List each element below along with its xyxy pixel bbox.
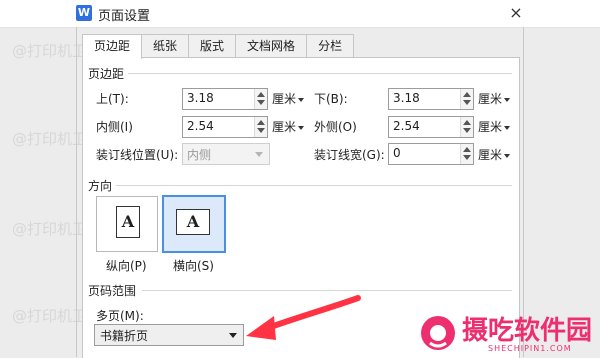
- dialog-title: 页面设置: [98, 9, 151, 24]
- arrow-down-icon[interactable]: [257, 128, 265, 133]
- unit-dropdown[interactable]: 厘米: [478, 90, 511, 107]
- inside-margin-value: 2.54: [187, 119, 214, 133]
- landscape-page-icon: A: [176, 209, 210, 235]
- stepper-buttons[interactable]: [460, 117, 473, 137]
- dialog-border: [76, 27, 77, 357]
- gutter-position-label: 装订线位置(U):: [96, 148, 179, 162]
- top-margin-stepper[interactable]: 3.18: [182, 88, 268, 110]
- arrow-up-icon[interactable]: [463, 147, 471, 152]
- chevron-down-icon: [229, 333, 237, 338]
- portrait-option[interactable]: A: [96, 196, 158, 252]
- tab-layout[interactable]: 版式: [188, 34, 237, 57]
- close-button[interactable]: ×: [505, 2, 527, 24]
- page-range-section-title: 页码范围: [88, 284, 137, 298]
- arrow-up-icon[interactable]: [463, 120, 471, 125]
- brand-url: SHECHIPIN1.COM: [488, 344, 572, 353]
- top-margin-label: 上(T):: [96, 92, 129, 106]
- caret-down-icon: [504, 125, 511, 130]
- portrait-page-icon: A: [116, 206, 140, 238]
- wps-logo-icon: W: [76, 5, 92, 21]
- gutter-width-stepper[interactable]: 0: [388, 143, 474, 165]
- unit-dropdown[interactable]: 厘米: [272, 118, 305, 135]
- arrow-down-icon[interactable]: [463, 155, 471, 160]
- arrow-down-icon[interactable]: [463, 100, 471, 105]
- outside-margin-label: 外侧(O): [314, 120, 357, 134]
- stepper-buttons[interactable]: [254, 117, 267, 137]
- unit-dropdown[interactable]: 厘米: [478, 118, 511, 135]
- top-margin-value: 3.18: [187, 91, 214, 105]
- portrait-label[interactable]: 纵向(P): [106, 257, 147, 274]
- margins-section-title: 页边距: [88, 67, 125, 81]
- bottom-margin-value: 3.18: [393, 91, 420, 105]
- arrow-up-icon[interactable]: [463, 92, 471, 97]
- section-divider: [116, 185, 512, 186]
- brand-logo-icon: [421, 316, 455, 350]
- brand-name: 摄吃软件园: [462, 316, 593, 346]
- arrow-down-icon[interactable]: [257, 100, 265, 105]
- arrow-up-icon[interactable]: [257, 120, 265, 125]
- stepper-buttons[interactable]: [460, 89, 473, 109]
- tab-margins[interactable]: 页边距: [82, 34, 143, 59]
- bottom-margin-stepper[interactable]: 3.18: [388, 88, 474, 110]
- caret-down-icon: [298, 97, 305, 102]
- outside-margin-value: 2.54: [393, 119, 420, 133]
- chevron-down-icon: [255, 152, 263, 157]
- inside-margin-stepper[interactable]: 2.54: [182, 116, 268, 138]
- tab-paper[interactable]: 纸张: [141, 34, 190, 57]
- caret-down-icon: [298, 125, 305, 130]
- section-divider: [128, 73, 512, 74]
- gutter-position-value: 内侧: [187, 148, 212, 162]
- unit-dropdown[interactable]: 厘米: [478, 146, 511, 163]
- stepper-buttons[interactable]: [254, 89, 267, 109]
- dialog-border: [523, 27, 524, 357]
- arrow-up-icon[interactable]: [257, 92, 265, 97]
- caret-down-icon: [504, 153, 511, 158]
- tab-bar: 页边距 纸张 版式 文档网格 分栏: [82, 34, 355, 59]
- orientation-section-title: 方向: [88, 179, 113, 193]
- gutter-width-label: 装订线宽(G):: [314, 148, 385, 162]
- outside-margin-stepper[interactable]: 2.54: [388, 116, 474, 138]
- inside-margin-label: 内侧(I): [96, 120, 133, 134]
- arrow-down-icon[interactable]: [463, 128, 471, 133]
- unit-dropdown[interactable]: 厘米: [272, 90, 305, 107]
- caret-down-icon: [504, 97, 511, 102]
- landscape-option[interactable]: A: [162, 195, 226, 253]
- gutter-position-select: 内侧: [182, 143, 270, 165]
- multiple-pages-label: 多页(M):: [96, 309, 144, 323]
- annotation-arrow-icon: [246, 295, 361, 340]
- tab-columns[interactable]: 分栏: [306, 34, 355, 57]
- multiple-pages-select[interactable]: 书籍折页: [94, 324, 244, 346]
- landscape-label[interactable]: 横向(S): [173, 257, 214, 274]
- multiple-pages-value: 书籍折页: [100, 329, 149, 343]
- bottom-margin-label: 下(B):: [314, 92, 348, 106]
- stepper-buttons[interactable]: [460, 144, 473, 164]
- gutter-width-value: 0: [393, 146, 401, 160]
- tab-document-grid[interactable]: 文档网格: [235, 34, 308, 57]
